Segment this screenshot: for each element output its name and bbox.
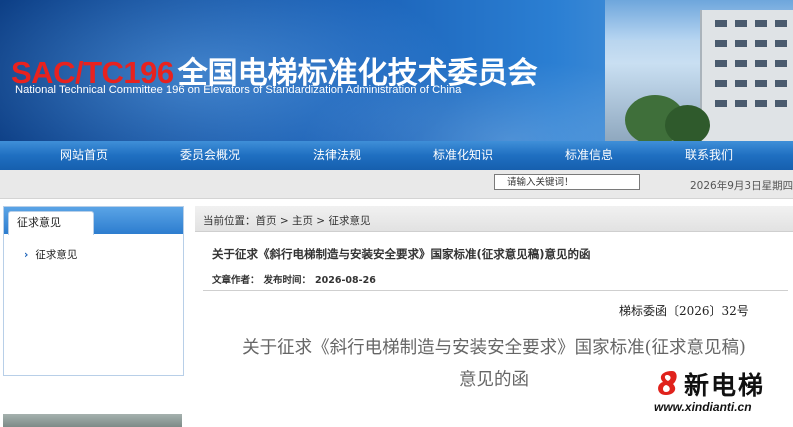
- watermark-url: www.xindianti.cn: [654, 400, 752, 414]
- published-date: 2026-08-26: [315, 275, 376, 286]
- building-window: [735, 60, 747, 67]
- sidebar-image-strip: [3, 414, 182, 427]
- author-label: 文章作者：: [212, 275, 260, 286]
- chevron-right-icon: ›: [24, 249, 29, 261]
- nav-item-standards[interactable]: 标准信息: [544, 141, 634, 170]
- nav-item-home[interactable]: 网站首页: [39, 141, 129, 170]
- published-label: 发布时间：: [263, 275, 312, 286]
- nav-item-overview[interactable]: 委员会概况: [165, 141, 255, 170]
- watermark-brand: 新电梯: [684, 371, 766, 400]
- building-window: [715, 40, 727, 47]
- building-window: [735, 100, 747, 107]
- building-window: [715, 20, 727, 27]
- search-bar-strip: [0, 170, 793, 199]
- sidebar-item-label: 征求意见: [35, 249, 78, 261]
- building-window: [775, 20, 787, 27]
- article-title: 关于征求《斜行电梯制造与安装安全要求》国家标准(征求意见稿)意见的函: [212, 247, 591, 261]
- building-photo: [605, 0, 793, 141]
- building-window: [755, 20, 767, 27]
- nav-item-laws[interactable]: 法律法规: [292, 141, 382, 170]
- building-tower: [700, 10, 793, 141]
- building-window: [735, 40, 747, 47]
- committee-name-english: National Technical Committee 196 on Elev…: [15, 84, 462, 96]
- current-date: 2026年9月3日星期四: [690, 180, 793, 192]
- document-number: 梯标委函〔2026〕32号: [619, 304, 749, 318]
- sidebar-item-feedback[interactable]: › 征求意见: [24, 247, 77, 262]
- building-window: [775, 40, 787, 47]
- building-window: [715, 80, 727, 87]
- building-window: [735, 80, 747, 87]
- main-nav: 网站首页 委员会概况 法律法规 标准化知识 标准信息 联系我们: [0, 141, 793, 170]
- tree-shape: [665, 105, 710, 141]
- building-window: [755, 40, 767, 47]
- watermark: 新电梯 www.xindianti.cn: [654, 366, 790, 421]
- building-window: [715, 60, 727, 67]
- building-window: [755, 60, 767, 67]
- nav-item-contact[interactable]: 联系我们: [664, 141, 754, 170]
- building-window: [715, 100, 727, 107]
- building-window: [775, 80, 787, 87]
- search-input[interactable]: 请输入关键词！: [494, 174, 640, 190]
- building-window: [735, 20, 747, 27]
- site-banner: SAC/TC196 全国电梯标准化技术委员会 National Technical…: [0, 0, 793, 141]
- sidebar: 征求意见 › 征求意见: [3, 206, 184, 376]
- building-window: [775, 60, 787, 67]
- sidebar-heading: 征求意见: [8, 211, 94, 235]
- breadcrumb-bar: 当前位置：首页 > 主页 > 征求意见: [195, 206, 793, 232]
- building-window: [755, 80, 767, 87]
- building-window: [775, 100, 787, 107]
- breadcrumb: 当前位置：首页 > 主页 > 征求意见: [203, 215, 371, 227]
- nav-item-knowledge[interactable]: 标准化知识: [418, 141, 508, 170]
- building-window: [755, 100, 767, 107]
- divider: [203, 290, 788, 291]
- article-heading-line1: 关于征求《斜行电梯制造与安装安全要求》国家标准(征求意见稿): [242, 338, 746, 358]
- article-meta: 文章作者： 发布时间： 2026-08-26: [212, 272, 380, 286]
- brand-logo-icon: [658, 371, 677, 395]
